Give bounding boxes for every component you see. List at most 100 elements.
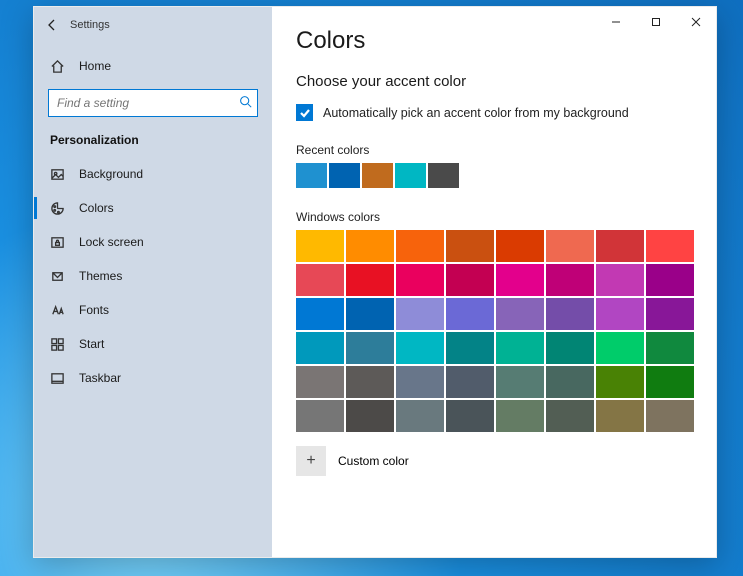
windows-color-swatch[interactable] bbox=[496, 230, 544, 262]
sidebar-item-lock-screen[interactable]: Lock screen bbox=[34, 225, 272, 259]
maximize-button[interactable] bbox=[636, 7, 676, 37]
windows-color-swatch[interactable] bbox=[396, 332, 444, 364]
lock-screen-icon bbox=[50, 235, 65, 250]
windows-color-swatch[interactable] bbox=[446, 298, 494, 330]
windows-color-swatch[interactable] bbox=[346, 230, 394, 262]
nav-label: Background bbox=[79, 167, 143, 181]
settings-window: Settings Home Personalization Background… bbox=[33, 6, 717, 558]
windows-color-swatch[interactable] bbox=[296, 366, 344, 398]
windows-color-swatch[interactable] bbox=[596, 400, 644, 432]
windows-color-swatch[interactable] bbox=[446, 230, 494, 262]
window-controls bbox=[596, 7, 716, 37]
windows-colors-grid bbox=[296, 230, 696, 432]
windows-color-swatch[interactable] bbox=[546, 298, 594, 330]
windows-color-swatch[interactable] bbox=[496, 332, 544, 364]
start-icon bbox=[50, 337, 65, 352]
windows-color-swatch[interactable] bbox=[496, 366, 544, 398]
recent-colors-label: Recent colors bbox=[296, 143, 692, 157]
windows-color-swatch[interactable] bbox=[346, 298, 394, 330]
windows-color-swatch[interactable] bbox=[446, 400, 494, 432]
windows-color-swatch[interactable] bbox=[446, 332, 494, 364]
sidebar-item-colors[interactable]: Colors bbox=[34, 191, 272, 225]
windows-color-swatch[interactable] bbox=[546, 366, 594, 398]
search-icon bbox=[233, 95, 257, 111]
windows-color-swatch[interactable] bbox=[496, 298, 544, 330]
plus-icon: + bbox=[306, 452, 315, 470]
close-button[interactable] bbox=[676, 7, 716, 37]
nav-label: Start bbox=[79, 337, 104, 351]
auto-pick-checkbox[interactable] bbox=[296, 104, 313, 121]
nav-label: Taskbar bbox=[79, 371, 121, 385]
windows-color-swatch[interactable] bbox=[346, 332, 394, 364]
nav-list: Background Colors Lock screen Themes Fonts St… bbox=[34, 157, 272, 395]
recent-color-swatch[interactable] bbox=[362, 163, 393, 188]
windows-color-swatch[interactable] bbox=[296, 400, 344, 432]
windows-color-swatch[interactable] bbox=[646, 400, 694, 432]
windows-color-swatch[interactable] bbox=[596, 366, 644, 398]
windows-color-swatch[interactable] bbox=[596, 264, 644, 296]
windows-color-swatch[interactable] bbox=[546, 332, 594, 364]
windows-color-swatch[interactable] bbox=[446, 366, 494, 398]
windows-color-swatch[interactable] bbox=[396, 230, 444, 262]
nav-label: Themes bbox=[79, 269, 122, 283]
windows-color-swatch[interactable] bbox=[646, 332, 694, 364]
fonts-icon bbox=[50, 303, 65, 318]
sidebar-item-start[interactable]: Start bbox=[34, 327, 272, 361]
search-input[interactable] bbox=[49, 96, 233, 110]
minimize-button[interactable] bbox=[596, 7, 636, 37]
windows-colors-label: Windows colors bbox=[296, 210, 692, 224]
custom-color-button[interactable]: + bbox=[296, 446, 326, 476]
windows-color-swatch[interactable] bbox=[496, 264, 544, 296]
recent-color-swatch[interactable] bbox=[395, 163, 426, 188]
windows-color-swatch[interactable] bbox=[346, 400, 394, 432]
windows-color-swatch[interactable] bbox=[296, 332, 344, 364]
sidebar-item-fonts[interactable]: Fonts bbox=[34, 293, 272, 327]
recent-color-swatch[interactable] bbox=[296, 163, 327, 188]
windows-color-swatch[interactable] bbox=[546, 400, 594, 432]
themes-icon bbox=[50, 269, 65, 284]
windows-color-swatch[interactable] bbox=[596, 332, 644, 364]
recent-color-swatch[interactable] bbox=[329, 163, 360, 188]
windows-color-swatch[interactable] bbox=[396, 400, 444, 432]
search-container bbox=[34, 83, 272, 127]
windows-color-swatch[interactable] bbox=[396, 298, 444, 330]
page-subheading: Choose your accent color bbox=[296, 73, 692, 90]
windows-color-swatch[interactable] bbox=[396, 264, 444, 296]
windows-color-swatch[interactable] bbox=[446, 264, 494, 296]
sidebar-item-background[interactable]: Background bbox=[34, 157, 272, 191]
recent-color-swatch[interactable] bbox=[428, 163, 459, 188]
title-bar: Settings bbox=[34, 7, 272, 43]
sidebar-item-taskbar[interactable]: Taskbar bbox=[34, 361, 272, 395]
windows-color-swatch[interactable] bbox=[296, 264, 344, 296]
taskbar-icon bbox=[50, 371, 65, 386]
windows-color-swatch[interactable] bbox=[646, 298, 694, 330]
nav-label: Colors bbox=[79, 201, 114, 215]
windows-color-swatch[interactable] bbox=[346, 264, 394, 296]
windows-color-swatch[interactable] bbox=[496, 400, 544, 432]
sidebar: Settings Home Personalization Background… bbox=[34, 7, 272, 557]
windows-color-swatch[interactable] bbox=[646, 230, 694, 262]
windows-color-swatch[interactable] bbox=[596, 298, 644, 330]
recent-colors-row bbox=[296, 163, 686, 188]
windows-color-swatch[interactable] bbox=[546, 230, 594, 262]
back-button[interactable] bbox=[34, 7, 70, 43]
windows-color-swatch[interactable] bbox=[396, 366, 444, 398]
windows-color-swatch[interactable] bbox=[596, 230, 644, 262]
auto-pick-label: Automatically pick an accent color from … bbox=[323, 106, 629, 120]
custom-color-label: Custom color bbox=[338, 454, 409, 468]
home-icon bbox=[50, 59, 65, 74]
windows-color-swatch[interactable] bbox=[296, 230, 344, 262]
nav-label: Lock screen bbox=[79, 235, 144, 249]
windows-color-swatch[interactable] bbox=[546, 264, 594, 296]
background-icon bbox=[50, 167, 65, 182]
windows-color-swatch[interactable] bbox=[646, 264, 694, 296]
home-label: Home bbox=[79, 59, 111, 73]
auto-pick-row: Automatically pick an accent color from … bbox=[296, 104, 692, 121]
home-nav[interactable]: Home bbox=[34, 49, 272, 83]
sidebar-item-themes[interactable]: Themes bbox=[34, 259, 272, 293]
search-box[interactable] bbox=[48, 89, 258, 117]
windows-color-swatch[interactable] bbox=[346, 366, 394, 398]
windows-color-swatch[interactable] bbox=[296, 298, 344, 330]
nav-label: Fonts bbox=[79, 303, 109, 317]
windows-color-swatch[interactable] bbox=[646, 366, 694, 398]
